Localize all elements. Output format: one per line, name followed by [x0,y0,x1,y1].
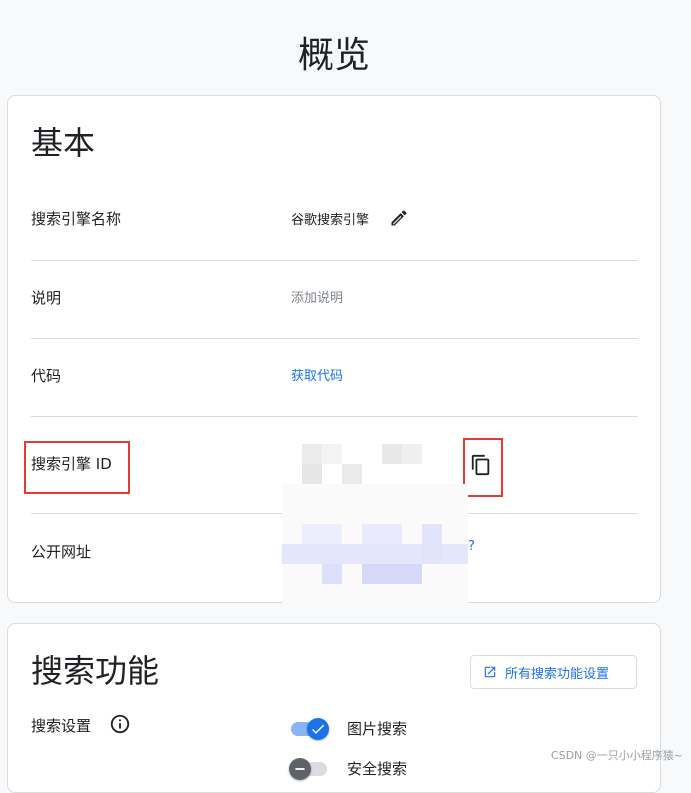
open-in-new-icon [484,666,496,678]
divider [31,338,638,339]
watermark: CSDN @一只小小程序猿~ [550,749,683,762]
public-url-label: 公开网址 [31,543,92,561]
all-search-settings-button[interactable]: 所有搜索功能设置 [470,655,637,689]
engine-id-highlight [24,441,130,494]
search-settings-label: 搜索设置 [31,717,92,735]
image-search-label: 图片搜索 [347,720,408,738]
engine-name-value: 谷歌搜索引擎 [291,213,370,228]
image-search-toggle[interactable] [291,717,329,740]
description-label: 说明 [31,289,62,307]
engine-name-label: 搜索引擎名称 [31,210,122,228]
divider [31,260,638,261]
code-label: 代码 [31,367,62,385]
info-icon[interactable] [109,713,131,739]
add-description-input[interactable]: 添加说明 [291,287,343,306]
check-icon [312,724,325,734]
search-features-title: 搜索功能 [31,652,160,690]
all-search-settings-label: 所有搜索功能设置 [505,666,610,682]
copy-icon[interactable] [470,454,492,480]
divider [31,416,638,417]
public-url-link[interactable]: ? [468,539,475,554]
pencil-icon[interactable] [389,208,409,232]
basic-card-title: 基本 [31,124,96,162]
image-search-row: 图片搜索 [291,717,408,740]
search-features-card: 搜索功能 所有搜索功能设置 搜索设置 图片搜索 安全搜索 [7,623,661,793]
get-code-link[interactable]: 获取代码 [291,365,343,384]
page-title: 概览 [297,35,370,76]
